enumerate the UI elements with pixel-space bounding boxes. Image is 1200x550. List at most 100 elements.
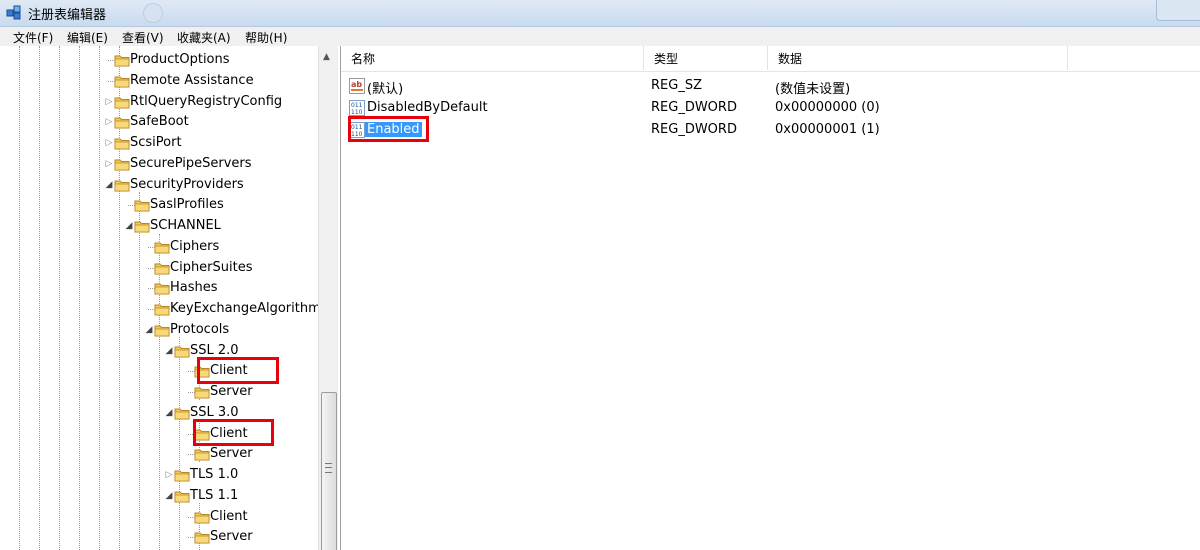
value-data: 0x00000001 (1) [775, 122, 880, 137]
tree-item-label: Server [210, 529, 253, 544]
tree-item[interactable]: ▷ ScsiPort [106, 133, 318, 153]
tree-item[interactable]: ▷ RtlQueryRegistryConfig [106, 92, 318, 112]
menu-edit[interactable]: 编辑(E) [67, 29, 108, 46]
folder-icon [114, 136, 130, 150]
expanded-arrow-icon[interactable]: ◢ [164, 346, 174, 356]
tree-item[interactable]: Remote Assistance [108, 71, 318, 91]
svg-text:110: 110 [351, 109, 363, 116]
tree-item-label: KeyExchangeAlgorithm [170, 301, 321, 316]
expanded-arrow-icon[interactable]: ◢ [104, 180, 114, 190]
grip-icon [325, 463, 332, 473]
tree-guide-line [99, 46, 100, 550]
tree-item[interactable]: Server [188, 527, 318, 547]
value-row-disabledbydefault[interactable]: 011 110 DisabledByDefault REG_DWORD 0x00… [341, 97, 1200, 119]
string-value-icon: ab [349, 78, 365, 94]
highlight-box-enabled [348, 116, 429, 142]
expanded-arrow-icon[interactable]: ◢ [144, 325, 154, 335]
tree-item-label: SafeBoot [130, 114, 189, 129]
tree-item-label: Server [210, 384, 253, 399]
folder-icon [154, 240, 170, 254]
folder-icon [194, 447, 210, 461]
dword-value-icon: 011 110 [349, 100, 365, 116]
scroll-up-arrow-icon[interactable]: ▲ [323, 52, 330, 62]
column-header-type[interactable]: 类型 [644, 46, 768, 70]
collapsed-arrow-icon[interactable]: ▷ [164, 470, 174, 480]
svg-text:ab: ab [351, 80, 362, 89]
registry-tree-pane[interactable]: ProductOptions Remote Assistance ▷ RtlQuery… [0, 46, 341, 550]
expanded-arrow-icon[interactable]: ◢ [124, 221, 134, 231]
tree-item[interactable]: ◢ SCHANNEL [126, 216, 318, 236]
folder-icon [194, 510, 210, 524]
tree-guide-line [59, 46, 60, 550]
value-name: DisabledByDefault [367, 100, 488, 115]
tree-item[interactable]: Server [188, 382, 318, 402]
tree-item-label: SecurePipeServers [130, 156, 252, 171]
tree-item[interactable]: ◢ TLS 1.1 [166, 486, 318, 506]
folder-icon [114, 74, 130, 88]
menu-favorites[interactable]: 收藏夹(A) [177, 29, 231, 46]
window-control-button[interactable] [1156, 0, 1200, 21]
value-list-pane[interactable]: 名称 类型 数据 ab (默认) REG_SZ (数值未设置) 011 110 … [341, 46, 1200, 550]
menu-file[interactable]: 文件(F) [13, 29, 53, 46]
folder-icon [194, 530, 210, 544]
tree-item[interactable]: Client [188, 507, 318, 527]
tree-item[interactable]: ▷ SafeBoot [106, 112, 318, 132]
tree-item[interactable]: Hashes [148, 278, 318, 298]
folder-icon [154, 323, 170, 337]
folder-icon [114, 178, 130, 192]
folder-icon [154, 302, 170, 316]
folder-icon [194, 385, 210, 399]
folder-icon [174, 489, 190, 503]
folder-icon [174, 344, 190, 358]
menu-view[interactable]: 查看(V) [122, 29, 164, 46]
scrollbar-thumb[interactable] [321, 392, 337, 550]
value-row-enabled[interactable]: 011 110 Enabled REG_DWORD 0x00000001 (1) [341, 119, 1200, 141]
tree-item-label: Server [210, 446, 253, 461]
title-bar: 注册表编辑器 [0, 0, 1200, 27]
collapsed-arrow-icon[interactable]: ▷ [104, 117, 114, 127]
menu-bar: 文件(F) 编辑(E) 查看(V) 收藏夹(A) 帮助(H) [0, 27, 1200, 47]
tree-item[interactable]: ProductOptions [108, 50, 318, 70]
tree-item[interactable]: CipherSuites [148, 258, 318, 278]
header-divider [341, 71, 1200, 72]
value-type: REG_DWORD [651, 122, 737, 137]
column-header-name[interactable]: 名称 [341, 46, 644, 70]
value-name: (默认) [367, 82, 404, 97]
tree-guide-line [139, 192, 140, 550]
value-type: REG_DWORD [651, 100, 737, 115]
tree-guide-line [79, 46, 80, 550]
menu-help[interactable]: 帮助(H) [245, 29, 287, 46]
collapsed-arrow-icon[interactable]: ▷ [104, 138, 114, 148]
tree-item[interactable]: KeyExchangeAlgorithm [148, 299, 321, 319]
expanded-arrow-icon[interactable]: ◢ [164, 491, 174, 501]
folder-icon [114, 53, 130, 67]
folder-icon [134, 198, 150, 212]
regedit-app-icon [6, 5, 21, 20]
expanded-arrow-icon[interactable]: ◢ [164, 408, 174, 418]
folder-icon [154, 261, 170, 275]
tree-item[interactable]: SaslProfiles [128, 195, 318, 215]
tree-scrollbar[interactable]: ▲ [318, 46, 338, 550]
tree-item-label: CipherSuites [170, 260, 253, 275]
tree-item[interactable]: Server [188, 444, 318, 464]
tree-item-label: ProductOptions [130, 52, 230, 67]
tree-guide-line [19, 46, 20, 550]
folder-icon [174, 406, 190, 420]
folder-icon [154, 281, 170, 295]
column-header-data[interactable]: 数据 [768, 46, 1068, 70]
value-data: 0x00000000 (0) [775, 100, 880, 115]
value-row-default[interactable]: ab (默认) REG_SZ (数值未设置) [341, 75, 1200, 97]
tree-item[interactable]: ◢ Protocols [146, 320, 318, 340]
tree-item[interactable]: ▷ SecurePipeServers [106, 154, 318, 174]
tree-item-label: RtlQueryRegistryConfig [130, 94, 283, 109]
tree-item-label: SCHANNEL [150, 218, 221, 233]
collapsed-arrow-icon[interactable]: ▷ [104, 159, 114, 169]
folder-icon [134, 219, 150, 233]
collapsed-arrow-icon[interactable]: ▷ [104, 97, 114, 107]
tree-item-label: Ciphers [170, 239, 220, 254]
tree-item[interactable]: Ciphers [148, 237, 318, 257]
tree-item-label: Remote Assistance [130, 73, 254, 88]
tree-item[interactable]: ▷ TLS 1.0 [166, 465, 318, 485]
tree-item[interactable]: ◢ SecurityProviders [106, 175, 318, 195]
value-data: (数值未设置) [775, 82, 851, 97]
